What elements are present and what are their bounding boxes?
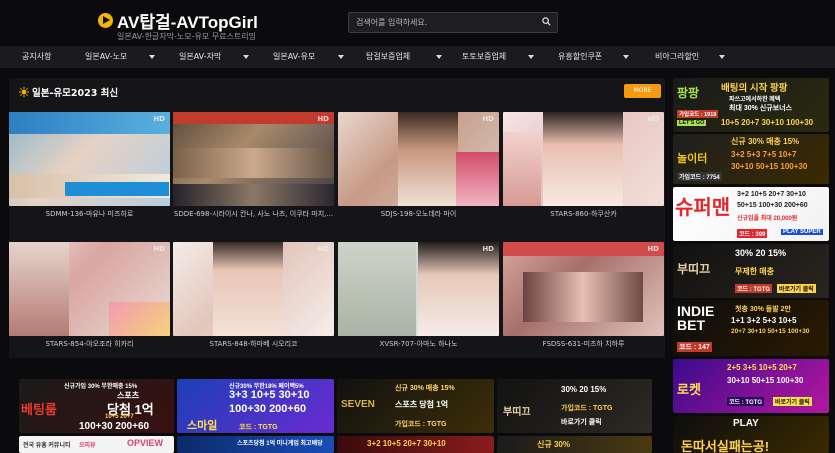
hd-badge: HD xyxy=(647,245,659,253)
nav-item-yumo[interactable]: 일본AV-유모 xyxy=(273,46,344,68)
hd-badge: HD xyxy=(482,115,494,123)
hd-badge: HD xyxy=(317,115,329,123)
video-caption[interactable]: XVSR-707-아마노 하나노 xyxy=(338,339,499,349)
ad-banner-sports[interactable]: 스포츠당첨 1억 미니게임 최고배당 xyxy=(177,436,334,453)
ad-banner-play[interactable]: PLAY 돈따서실패는공! xyxy=(673,416,829,453)
section-title: 일본-유모2023 최신 xyxy=(19,85,118,99)
site-logo[interactable]: AV탑걸-AVTopGirl xyxy=(98,8,258,33)
ad-banner-superman[interactable]: 슈퍼맨 3+2 10+5 20+7 30+10 50+15 100+30 200… xyxy=(673,187,829,241)
video-thumbnail[interactable]: HD xyxy=(503,112,664,206)
video-caption[interactable]: SDJS-198-오노데라 마이 xyxy=(338,209,499,219)
hd-badge: HD xyxy=(482,245,494,253)
ad-banner-indiebet[interactable]: INDIE BET 첫충 30% 돌발 2만 1+1 3+2 5+3 10+5 … xyxy=(673,300,829,356)
logo-text: AV탑걸-AVTopGirl xyxy=(117,13,258,32)
ad-banner-bettingroom[interactable]: 베팅룸 신규가입 30% 무한매충 15% 스포츠 당첨 1억 10+5 20+… xyxy=(19,379,174,433)
nav-item-nomo[interactable]: 일본AV-노모 xyxy=(85,46,155,68)
video-thumbnail[interactable]: HD xyxy=(173,242,334,336)
video-caption[interactable]: SDMM-136-마유나 미즈히로 xyxy=(9,209,170,219)
play-icon xyxy=(98,13,113,28)
video-thumbnail[interactable]: HD xyxy=(338,242,499,336)
chevron-down-icon xyxy=(149,55,155,59)
ad-banner-nolter[interactable]: 놀이터 신규 30% 매충 15% 3+2 5+3 7+5 10+7 30+10… xyxy=(673,134,829,184)
video-caption[interactable]: FSDSS-631-미즈하 치하루 xyxy=(503,339,664,349)
ad-banner-seven[interactable]: SEVEN 신규 30% 매충 15% 스포츠 당첨 1억 가입코드 : TGT… xyxy=(337,379,494,433)
ad-banner-opview[interactable]: 전국 유흥 커뮤니티 오피뷰 OPVIEW xyxy=(19,436,174,453)
video-thumbnail[interactable]: HD xyxy=(9,242,170,336)
nav-item-notice[interactable]: 공지사항 xyxy=(22,46,51,68)
chevron-down-icon xyxy=(719,55,725,59)
chevron-down-icon xyxy=(338,55,344,59)
section-title-text: 일본-유모2023 최신 xyxy=(32,88,119,99)
video-section: 일본-유모2023 최신 MORE HD HD HD HD SDMM-136-마… xyxy=(9,78,665,358)
video-thumbnail[interactable]: HD xyxy=(173,112,334,206)
video-caption[interactable]: STARS-848-하마베 시오리코 xyxy=(173,339,334,349)
main-nav: 공지사항 일본AV-노모 일본AV-자막 일본AV-유모 탑걸보증업체 토토보증… xyxy=(0,46,835,68)
nav-item-toto-partners[interactable]: 토토보증업체 xyxy=(462,46,534,68)
video-caption[interactable]: SDDE-698-시라이시 칸나, 사노 나츠, 이쿠타 마치,... xyxy=(173,209,334,219)
sun-icon xyxy=(19,87,29,97)
nav-item-coupons[interactable]: 유흥할인쿠폰 xyxy=(558,46,629,68)
nav-item-viagra[interactable]: 비아그라할인 xyxy=(655,46,725,68)
nav-item-jamak[interactable]: 일본AV-자막 xyxy=(179,46,249,68)
hd-badge: HD xyxy=(153,245,165,253)
search-input[interactable] xyxy=(349,13,539,32)
hd-badge: HD xyxy=(647,115,659,123)
video-caption[interactable]: STARS-860-하쿠산카 xyxy=(503,209,664,219)
site-header: AV탑걸-AVTopGirl 일본AV-한글자막-노모-유모 무료스트리밍 xyxy=(0,0,835,46)
ad-banner-rocket[interactable]: 로켓 2+5 3+5 10+5 20+7 30+10 50+15 100+30 … xyxy=(673,359,829,413)
video-thumbnail[interactable]: HD xyxy=(9,112,170,206)
video-caption[interactable]: STARS-854-야오조라 히카리 xyxy=(9,339,170,349)
search-icon[interactable] xyxy=(542,17,551,26)
ad-banner-bonus[interactable]: 3+2 10+5 20+7 30+10 xyxy=(337,436,494,453)
chevron-down-icon xyxy=(436,55,442,59)
more-button[interactable]: MORE xyxy=(624,84,661,98)
video-thumbnail[interactable]: HD xyxy=(503,242,664,336)
ad-banner-boutique[interactable]: 부띠끄 30% 20 15% 가입코드 : TGTG 바로가기 클릭 xyxy=(497,379,652,433)
ad-banner-boutique-side[interactable]: 부띠끄 30% 20 15% 무제한 매충 코드 : TGTG 바로가기 클릭 xyxy=(673,244,829,298)
video-thumbnail[interactable]: HD xyxy=(338,112,499,206)
ad-banner-new[interactable]: 신규 30% xyxy=(497,436,652,453)
ad-banner-smile[interactable]: 스마일 신규30% 무한18% 페이백5% 3+3 10+5 30+10 100… xyxy=(177,379,334,433)
search-box xyxy=(348,12,558,33)
chevron-down-icon xyxy=(243,55,249,59)
site-tagline: 일본AV-한글자막-노모-유모 무료스트리밍 xyxy=(117,32,256,41)
hd-badge: HD xyxy=(153,115,165,123)
ad-banner-pangpang[interactable]: 팡팡 배팅의 시작 팡팡 파쓰고에서하한 혜택 최대 30% 신규보너스 10+… xyxy=(673,78,829,132)
nav-item-topgirl-partners[interactable]: 탑걸보증업체 xyxy=(366,46,442,68)
chevron-down-icon xyxy=(623,55,629,59)
hd-badge: HD xyxy=(317,245,329,253)
chevron-down-icon xyxy=(528,55,534,59)
